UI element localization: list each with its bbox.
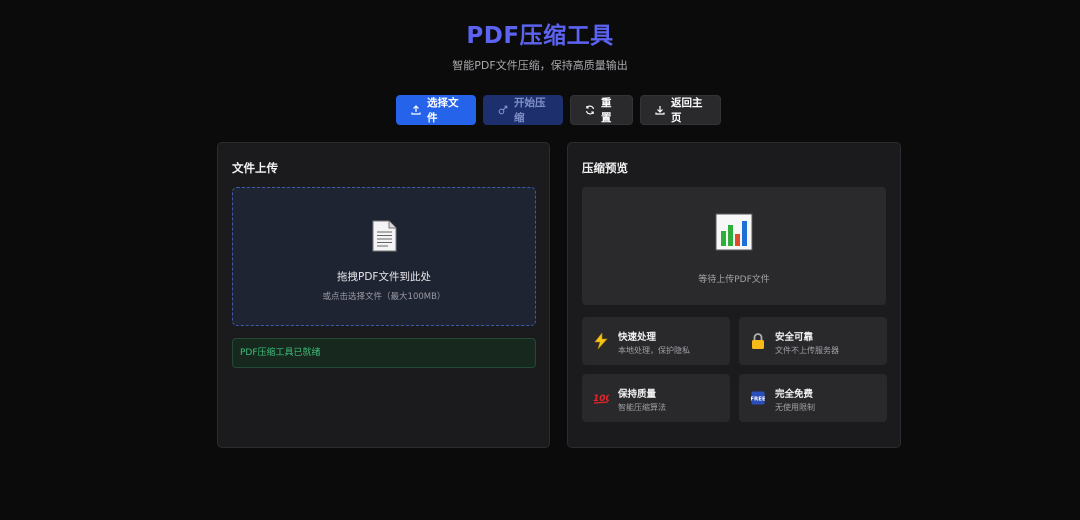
feature-desc: 智能压缩算法 [618, 403, 666, 412]
page-title: PDF压缩工具 [466, 23, 614, 49]
lock-icon [750, 333, 766, 349]
download-icon [655, 105, 665, 115]
back-home-label: 返回主页 [671, 97, 703, 124]
upload-panel: 文件上传 拖拽PDF文件到此处 或点击选择文件（最大100MB） PDF压缩工具… [217, 142, 550, 448]
dropzone-main-text: 拖拽PDF文件到此处 [337, 271, 431, 283]
feature-card-secure: 安全可靠 文件不上传服务器 [739, 317, 887, 365]
start-compress-button[interactable]: 开始压缩 [483, 95, 563, 125]
preview-waiting-text: 等待上传PDF文件 [698, 275, 770, 285]
free-icon: FREE [750, 390, 766, 406]
pdf-compress-page: PDF压缩工具 智能PDF文件压缩，保持高质量输出 选择文件 开始压缩 重置 返… [0, 0, 1080, 520]
preview-panel-title: 压缩预览 [582, 161, 628, 175]
dropzone-sub-text: 或点击选择文件（最大100MB） [322, 292, 446, 302]
reset-button[interactable]: 重置 [570, 95, 633, 125]
bar-chart-icon [715, 213, 753, 251]
feature-card-quality: 100 保持质量 智能压缩算法 [582, 374, 730, 422]
upload-panel-title: 文件上传 [232, 161, 278, 175]
back-home-button[interactable]: 返回主页 [640, 95, 721, 125]
compress-icon [498, 105, 508, 115]
feature-card-fast: 快速处理 本地处理，保护隐私 [582, 317, 730, 365]
feature-title: 保持质量 [618, 389, 657, 400]
document-icon [372, 220, 397, 252]
feature-title: 安全可靠 [775, 332, 814, 343]
feature-card-free: FREE 完全免费 无使用限制 [739, 374, 887, 422]
feature-desc: 本地处理，保护隐私 [618, 346, 690, 355]
page-subtitle: 智能PDF文件压缩，保持高质量输出 [452, 59, 628, 72]
preview-area: 等待上传PDF文件 [582, 187, 886, 305]
status-message: PDF压缩工具已就绪 [232, 338, 536, 368]
feature-desc: 无使用限制 [775, 403, 815, 412]
feature-desc: 文件不上传服务器 [775, 346, 839, 355]
reset-label: 重置 [601, 97, 612, 124]
toolbar: 选择文件 开始压缩 重置 返回主页 [396, 95, 721, 125]
select-file-button[interactable]: 选择文件 [396, 95, 476, 125]
preview-panel: 压缩预览 等待上传PDF文件 快速处理 本地处理，保护隐私 安全可靠 文件不上传… [567, 142, 901, 448]
file-dropzone[interactable]: 拖拽PDF文件到此处 或点击选择文件（最大100MB） [232, 187, 536, 326]
feature-title: 完全免费 [775, 389, 814, 400]
hundred-icon: 100 [593, 390, 609, 406]
lightning-icon [593, 333, 609, 349]
start-compress-label: 开始压缩 [514, 97, 546, 124]
select-file-label: 选择文件 [427, 97, 459, 124]
svg-text:FREE: FREE [751, 397, 765, 403]
feature-title: 快速处理 [618, 332, 657, 343]
refresh-icon [585, 105, 595, 115]
upload-icon [411, 105, 421, 115]
